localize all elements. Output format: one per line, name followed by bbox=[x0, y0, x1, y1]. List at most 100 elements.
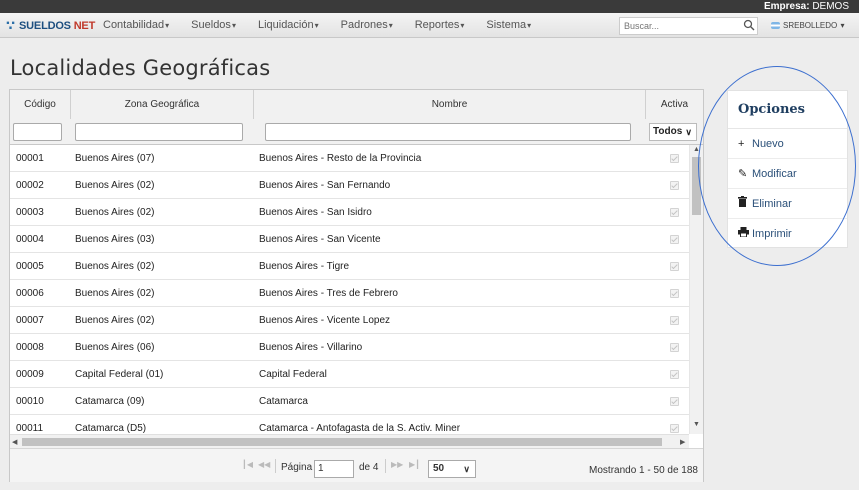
activa-checkbox bbox=[670, 235, 679, 244]
vertical-scroll-thumb[interactable] bbox=[692, 157, 701, 215]
table-row[interactable]: 00006 Buenos Aires (02) Buenos Aires - Tre… bbox=[10, 280, 689, 307]
cell-codigo: 00001 bbox=[16, 153, 44, 164]
logo-icon: ∵ bbox=[6, 18, 16, 34]
localidades-grid: Código Zona Geográfica Nombre Activa Tod… bbox=[9, 89, 704, 482]
filter-activa-select[interactable]: Todos bbox=[649, 123, 697, 141]
records-summary: Mostrando 1 - 50 de 188 bbox=[589, 465, 698, 476]
brand-logo[interactable]: ∵ SUELDOS NET bbox=[6, 18, 95, 34]
table-row[interactable]: 00011 Catamarca (D5) Catamarca - Antofagas… bbox=[10, 415, 689, 434]
scroll-up-icon[interactable]: ▲ bbox=[693, 146, 700, 153]
horizontal-scroll-thumb[interactable] bbox=[22, 438, 662, 446]
cell-codigo: 00008 bbox=[16, 342, 44, 353]
activa-checkbox bbox=[670, 316, 679, 325]
activa-checkbox bbox=[670, 181, 679, 190]
activa-checkbox bbox=[670, 343, 679, 352]
grid-pager: ┃◀ ◀◀ Página 1 de 4 ▶▶ ▶┃ 50 Mostrando 1… bbox=[10, 448, 703, 482]
menu-padrones[interactable]: Padrones bbox=[341, 13, 393, 38]
col-header-codigo[interactable]: Código bbox=[10, 90, 71, 119]
rows-per-page-select[interactable]: 50 bbox=[428, 460, 476, 478]
nuevo-button[interactable]: + Nuevo bbox=[728, 129, 847, 159]
activa-checkbox bbox=[670, 262, 679, 271]
activa-checkbox bbox=[670, 208, 679, 217]
empresa-value: DEMOS bbox=[812, 1, 849, 12]
cell-zona: Buenos Aires (02) bbox=[75, 261, 155, 272]
menu-liquidacion[interactable]: Liquidación bbox=[258, 13, 319, 38]
cell-zona: Buenos Aires (07) bbox=[75, 153, 155, 164]
cell-zona: Catamarca (09) bbox=[75, 396, 145, 407]
table-row[interactable]: 00007 Buenos Aires (02) Buenos Aires - Vic… bbox=[10, 307, 689, 334]
activa-checkbox bbox=[670, 370, 679, 379]
table-row[interactable]: 00009 Capital Federal (01) Capital Federal bbox=[10, 361, 689, 388]
menu-reportes[interactable]: Reportes bbox=[415, 13, 465, 38]
cell-zona: Buenos Aires (02) bbox=[75, 207, 155, 218]
eliminar-button[interactable]: Eliminar bbox=[728, 189, 847, 219]
table-row[interactable]: 00002 Buenos Aires (02) Buenos Aires - San… bbox=[10, 172, 689, 199]
trash-icon bbox=[738, 189, 750, 219]
filter-codigo[interactable] bbox=[13, 123, 62, 141]
search-icon[interactable] bbox=[743, 19, 755, 31]
empresa-label: Empresa: bbox=[763, 1, 810, 12]
cell-codigo: 00009 bbox=[16, 369, 44, 380]
top-strip: Empresa: DEMOS bbox=[0, 0, 859, 13]
brand-suffix: NET bbox=[73, 20, 96, 32]
activa-checkbox bbox=[670, 154, 679, 163]
cell-codigo: 00006 bbox=[16, 288, 44, 299]
search-input[interactable] bbox=[619, 17, 758, 35]
table-row[interactable]: 00008 Buenos Aires (06) Buenos Aires - Vil… bbox=[10, 334, 689, 361]
col-header-zona[interactable]: Zona Geográfica bbox=[71, 90, 254, 119]
table-row[interactable]: 00003 Buenos Aires (02) Buenos Aires - San… bbox=[10, 199, 689, 226]
modificar-label: Modificar bbox=[752, 168, 797, 180]
last-page-icon[interactable]: ▶┃ bbox=[409, 460, 420, 469]
horizontal-scrollbar[interactable]: ◀ ▶ bbox=[10, 434, 689, 448]
col-header-activa[interactable]: Activa bbox=[646, 90, 703, 119]
scroll-down-icon[interactable]: ▼ bbox=[693, 421, 700, 428]
cell-nombre: Catamarca - Antofagasta de la S. Activ. … bbox=[259, 423, 461, 434]
modificar-button[interactable]: ✎ Modificar bbox=[728, 159, 847, 189]
cell-codigo: 00010 bbox=[16, 396, 44, 407]
cell-nombre: Capital Federal bbox=[259, 369, 327, 380]
cell-codigo: 00005 bbox=[16, 261, 44, 272]
imprimir-button[interactable]: Imprimir bbox=[728, 219, 847, 249]
menu-sistema[interactable]: Sistema bbox=[486, 13, 531, 38]
page-title: Localidades Geográficas bbox=[10, 56, 271, 80]
main-menu: Contabilidad Sueldos Liquidación Padrone… bbox=[103, 13, 553, 38]
scroll-left-icon[interactable]: ◀ bbox=[12, 438, 17, 446]
pager-divider bbox=[385, 459, 386, 473]
prev-page-icon[interactable]: ◀◀ bbox=[258, 460, 270, 469]
next-page-icon[interactable]: ▶▶ bbox=[391, 460, 403, 469]
grid-header: Código Zona Geográfica Nombre Activa Tod… bbox=[10, 90, 703, 145]
options-panel: Opciones + Nuevo ✎ Modificar Eliminar Impr… bbox=[727, 90, 848, 248]
cell-zona: Capital Federal (01) bbox=[75, 369, 164, 380]
cell-nombre: Buenos Aires - San Vicente bbox=[259, 234, 381, 245]
cell-nombre: Catamarca bbox=[259, 396, 308, 407]
filter-nombre[interactable] bbox=[265, 123, 631, 141]
page-number-input[interactable]: 1 bbox=[314, 460, 354, 478]
table-row[interactable]: 00010 Catamarca (09) Catamarca bbox=[10, 388, 689, 415]
table-row[interactable]: 00001 Buenos Aires (07) Buenos Aires - Res… bbox=[10, 145, 689, 172]
table-row[interactable]: 00005 Buenos Aires (02) Buenos Aires - Tig… bbox=[10, 253, 689, 280]
cell-zona: Catamarca (D5) bbox=[75, 423, 147, 434]
filter-zona[interactable] bbox=[75, 123, 243, 141]
cell-nombre: Buenos Aires - Tigre bbox=[259, 261, 350, 272]
menu-contabilidad[interactable]: Contabilidad bbox=[103, 13, 169, 38]
brand-main: SUELDOS bbox=[19, 20, 71, 32]
table-row[interactable]: 00004 Buenos Aires (03) Buenos Aires - San… bbox=[10, 226, 689, 253]
nuevo-label: Nuevo bbox=[752, 138, 784, 150]
col-header-nombre[interactable]: Nombre bbox=[254, 90, 646, 119]
eliminar-label: Eliminar bbox=[752, 198, 792, 210]
cell-codigo: 00011 bbox=[16, 423, 44, 434]
navbar: ∵ SUELDOS NET Contabilidad Sueldos Liqui… bbox=[0, 13, 859, 38]
scroll-right-icon[interactable]: ▶ bbox=[680, 438, 685, 446]
cell-nombre: Buenos Aires - Vicente Lopez bbox=[259, 315, 391, 326]
pencil-icon: ✎ bbox=[738, 168, 748, 180]
menu-sueldos[interactable]: Sueldos bbox=[191, 13, 236, 38]
activa-checkbox bbox=[670, 289, 679, 298]
vertical-scrollbar[interactable]: ▲ ▼ bbox=[689, 145, 703, 434]
cell-nombre: Buenos Aires - Villarino bbox=[259, 342, 363, 353]
cell-zona: Buenos Aires (02) bbox=[75, 315, 155, 326]
cell-nombre: Buenos Aires - Tres de Febrero bbox=[259, 288, 398, 299]
user-menu-button[interactable]: SREBOLLEDO bbox=[771, 13, 845, 38]
first-page-icon[interactable]: ┃◀ bbox=[242, 460, 253, 469]
imprimir-label: Imprimir bbox=[752, 228, 792, 240]
page-label: Página bbox=[281, 462, 313, 473]
